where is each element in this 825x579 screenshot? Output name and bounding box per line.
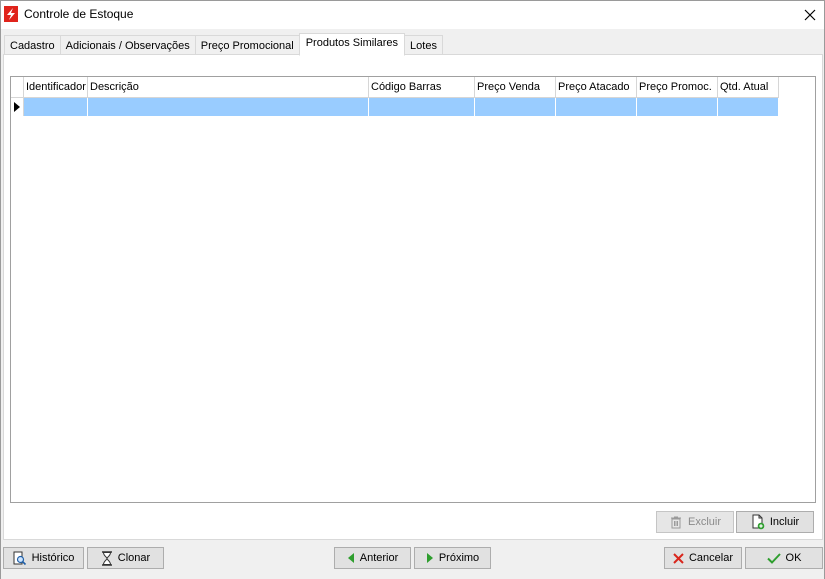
anterior-label: Anterior: [359, 552, 399, 564]
col-qtd-atual[interactable]: Qtd. Atual: [718, 77, 779, 98]
tab-lotes[interactable]: Lotes: [404, 35, 443, 55]
grid-header: Identificador Descrição Código Barras Pr…: [11, 77, 779, 98]
cancel-x-icon: [673, 552, 684, 564]
window-title: Controle de Estoque: [24, 7, 134, 21]
main-window: Controle de Estoque Cadastro Adicionais …: [0, 0, 825, 579]
row-pointer-icon: [14, 102, 20, 112]
hourglass-icon: [101, 550, 113, 566]
historico-button[interactable]: Histórico: [3, 547, 84, 569]
title-bar: Controle de Estoque: [1, 1, 824, 29]
header-indicator: [11, 77, 24, 98]
historico-label: Histórico: [31, 552, 75, 564]
clonar-label: Clonar: [117, 552, 151, 564]
col-preco-atacado[interactable]: Preço Atacado: [556, 77, 637, 98]
ok-label: OK: [785, 552, 802, 564]
cell-codigo-barras[interactable]: [369, 98, 475, 116]
tab-strip: Cadastro Adicionais / Observações Preço …: [4, 33, 443, 56]
col-preco-venda[interactable]: Preço Venda: [475, 77, 556, 98]
excluir-label: Excluir: [687, 516, 721, 528]
col-identificador[interactable]: Identificador: [24, 77, 88, 98]
incluir-button[interactable]: Incluir: [736, 511, 814, 533]
excluir-button[interactable]: Excluir: [656, 511, 734, 533]
clonar-button[interactable]: Clonar: [87, 547, 164, 569]
checkmark-icon: [766, 552, 781, 564]
ok-button[interactable]: OK: [745, 547, 823, 569]
tab-cadastro[interactable]: Cadastro: [4, 35, 61, 55]
cell-preco-venda[interactable]: [475, 98, 556, 116]
tab-page-produtos-similares: Identificador Descrição Código Barras Pr…: [3, 54, 823, 540]
tab-produtos-similares[interactable]: Produtos Similares: [298, 33, 406, 56]
history-search-icon: [13, 551, 27, 566]
cancelar-button[interactable]: Cancelar: [664, 547, 742, 569]
anterior-button[interactable]: Anterior: [334, 547, 411, 569]
col-descricao[interactable]: Descrição: [88, 77, 369, 98]
tab-adicionais[interactable]: Adicionais / Observações: [59, 35, 196, 55]
new-document-icon: [751, 514, 765, 530]
col-preco-promoc[interactable]: Preço Promoc.: [637, 77, 718, 98]
col-codigo-barras[interactable]: Código Barras: [369, 77, 475, 98]
row-indicator: [11, 98, 24, 116]
close-button[interactable]: [796, 1, 824, 29]
trash-icon: [669, 515, 683, 529]
close-icon: [804, 9, 816, 21]
cell-qtd-atual[interactable]: [718, 98, 779, 116]
cell-identificador[interactable]: [24, 98, 88, 116]
app-logo-icon: [4, 6, 18, 22]
proximo-label: Próximo: [438, 552, 480, 564]
arrow-left-icon: [347, 553, 355, 563]
incluir-label: Incluir: [769, 516, 800, 528]
proximo-button[interactable]: Próximo: [414, 547, 491, 569]
cell-descricao[interactable]: [88, 98, 369, 116]
cancelar-label: Cancelar: [688, 552, 734, 564]
footer-bar: Histórico Clonar Anterior Próximo Cancel…: [1, 542, 824, 579]
table-row[interactable]: [11, 98, 779, 116]
similar-products-grid[interactable]: Identificador Descrição Código Barras Pr…: [10, 76, 816, 503]
cell-preco-promoc[interactable]: [637, 98, 718, 116]
tab-preco-promocional[interactable]: Preço Promocional: [194, 35, 300, 55]
arrow-right-icon: [426, 553, 434, 563]
cell-preco-atacado[interactable]: [556, 98, 637, 116]
